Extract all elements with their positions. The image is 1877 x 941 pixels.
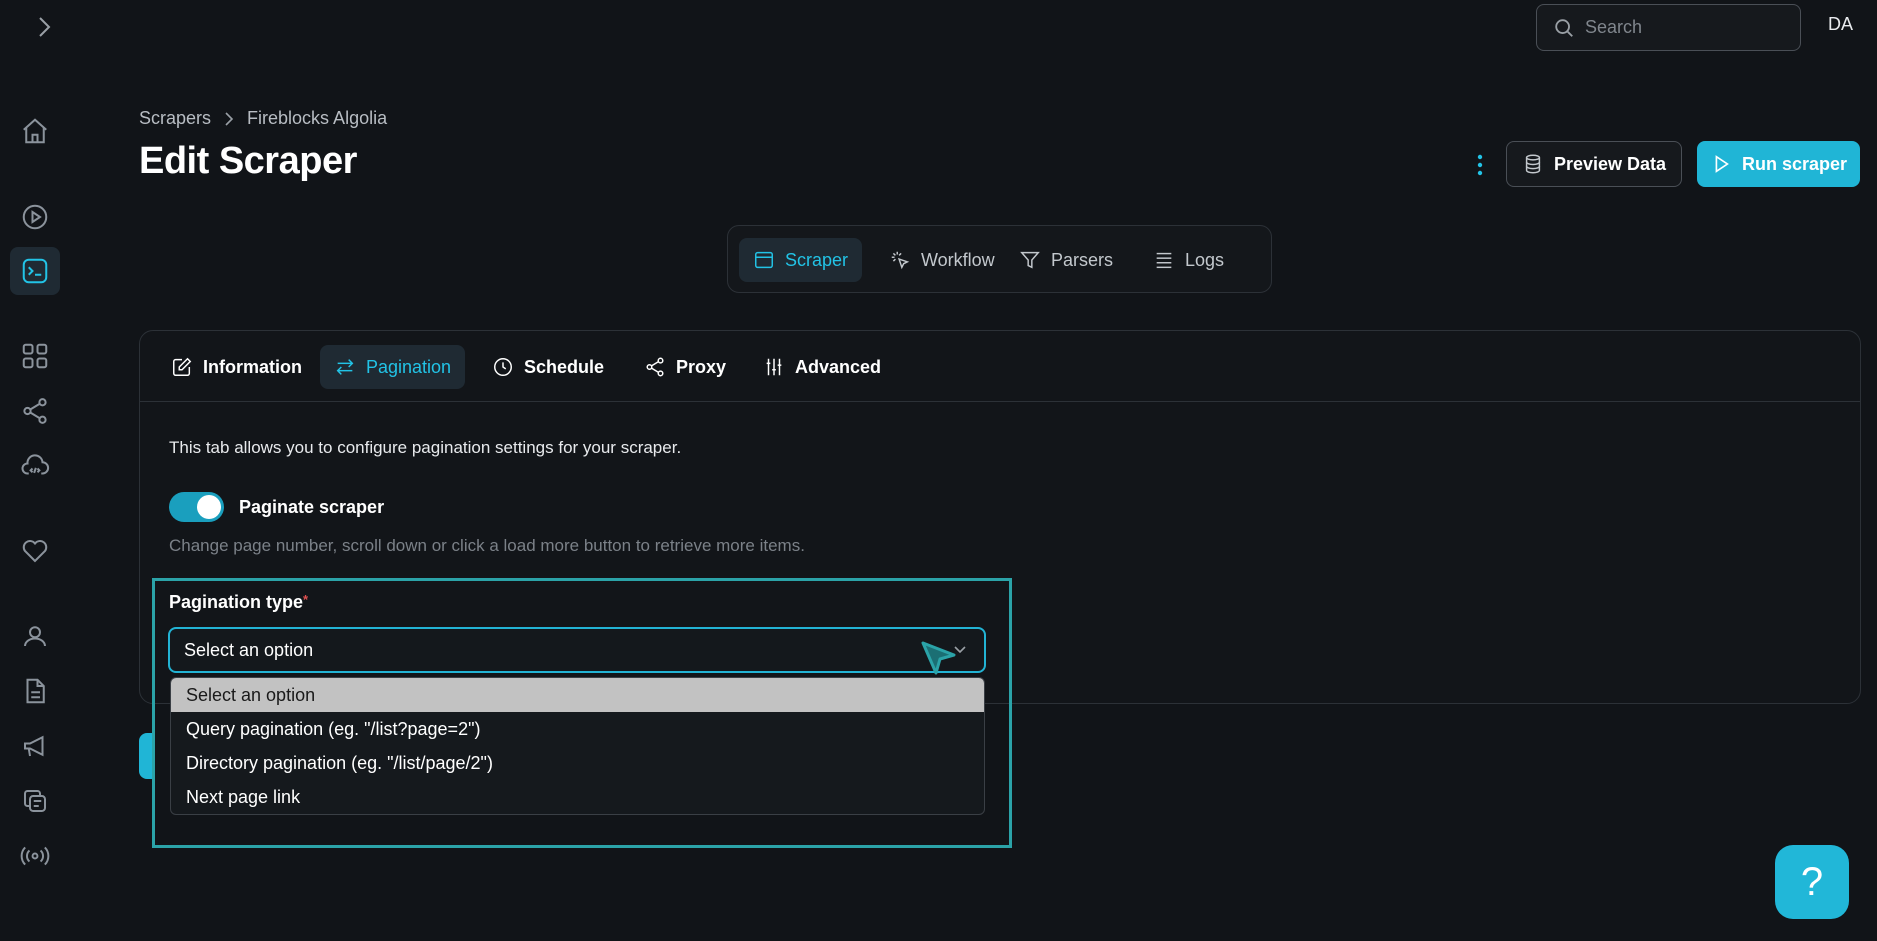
user-icon[interactable]: [10, 612, 60, 660]
edit-icon: [171, 356, 193, 378]
share-icon: [644, 356, 666, 378]
run-scraper-button[interactable]: Run scraper: [1697, 141, 1860, 187]
help-button[interactable]: ?: [1775, 845, 1849, 919]
option-next-page-link[interactable]: Next page link: [171, 780, 984, 814]
page-title: Edit Scraper: [139, 140, 357, 182]
list-icon: [1153, 249, 1175, 271]
grid-icon[interactable]: [10, 332, 60, 380]
option-select[interactable]: Select an option: [171, 678, 984, 712]
breadcrumb-scrapers[interactable]: Scrapers: [139, 108, 211, 129]
search-placeholder: Search: [1585, 17, 1643, 37]
tab-workflow[interactable]: Workflow: [875, 238, 1009, 282]
paginate-help-text: Change page number, scroll down or click…: [169, 536, 805, 555]
tab-scraper-label: Scraper: [785, 249, 849, 270]
select-value: Select an option: [184, 639, 314, 660]
tab-divider: [140, 401, 1860, 402]
terminal-icon[interactable]: [10, 247, 60, 295]
paginate-toggle[interactable]: [169, 492, 224, 522]
run-scraper-label: Run scraper: [1741, 153, 1848, 174]
clock-icon: [492, 356, 514, 378]
toggle-knob: [197, 495, 221, 519]
arrows-icon: [334, 356, 356, 378]
pagination-type-dropdown: Select an option Query pagination (eg. "…: [170, 677, 985, 815]
required-marker: *: [303, 592, 309, 607]
tab-pagination-label: Pagination: [366, 356, 452, 377]
preview-data-button[interactable]: Preview Data: [1506, 141, 1682, 187]
tab-pagination[interactable]: Pagination: [320, 345, 466, 389]
scraper-tabs: Scraper Workflow Parsers Logs: [727, 225, 1272, 293]
tab-parsers[interactable]: Parsers: [1005, 238, 1127, 282]
help-question-icon: ?: [1800, 859, 1824, 904]
pagination-type-text: Pagination type: [169, 592, 304, 612]
copy-icon[interactable]: [10, 777, 60, 825]
paginate-toggle-label: Paginate scraper: [239, 497, 385, 517]
share-nodes-icon[interactable]: [10, 387, 60, 435]
search-input[interactable]: Search: [1536, 4, 1801, 51]
sidebar: [0, 0, 70, 941]
database-icon: [1522, 153, 1544, 175]
more-options-icon[interactable]: [1470, 150, 1490, 180]
tab-proxy[interactable]: Proxy: [630, 345, 740, 389]
click-icon: [889, 249, 911, 271]
tab-parsers-label: Parsers: [1051, 249, 1114, 270]
document-icon[interactable]: [10, 667, 60, 715]
home-icon[interactable]: [10, 107, 60, 155]
browser-icon: [753, 249, 775, 271]
preview-data-label: Preview Data: [1553, 153, 1667, 174]
tab-proxy-label: Proxy: [676, 356, 727, 377]
heart-icon[interactable]: [10, 527, 60, 575]
pagination-type-label: Pagination type*: [169, 592, 308, 613]
expand-sidebar-icon[interactable]: [34, 14, 54, 40]
avatar[interactable]: DA: [1828, 14, 1853, 35]
option-directory-pagination[interactable]: Directory pagination (eg. "/list/page/2"…: [171, 746, 984, 780]
megaphone-icon[interactable]: [10, 722, 60, 770]
tab-schedule[interactable]: Schedule: [478, 345, 618, 389]
filter-icon: [1019, 249, 1041, 271]
pointer-cursor-icon: [920, 640, 958, 676]
breadcrumb-current[interactable]: Fireblocks Algolia: [247, 108, 387, 129]
breadcrumb: Scrapers Fireblocks Algolia: [139, 108, 387, 129]
option-query-pagination[interactable]: Query pagination (eg. "/list?page=2"): [171, 712, 984, 746]
pagination-type-select[interactable]: Select an option: [168, 627, 986, 673]
tab-workflow-label: Workflow: [921, 249, 995, 270]
pagination-description: This tab allows you to configure paginat…: [169, 438, 682, 457]
tab-advanced[interactable]: Advanced: [749, 345, 895, 389]
tab-logs[interactable]: Logs: [1139, 238, 1238, 282]
tab-schedule-label: Schedule: [524, 356, 605, 377]
play-icon: [1710, 153, 1732, 175]
sliders-icon: [763, 356, 785, 378]
cloud-code-icon[interactable]: [10, 442, 60, 490]
tab-advanced-label: Advanced: [795, 356, 882, 377]
tab-logs-label: Logs: [1185, 249, 1225, 270]
chevron-right-icon: [223, 111, 235, 127]
broadcast-icon[interactable]: [10, 832, 60, 880]
tab-information[interactable]: Information: [157, 345, 316, 389]
search-icon: [1553, 17, 1575, 39]
play-circle-icon[interactable]: [10, 193, 60, 241]
tab-scraper[interactable]: Scraper: [739, 238, 863, 282]
tab-information-label: Information: [203, 356, 302, 377]
